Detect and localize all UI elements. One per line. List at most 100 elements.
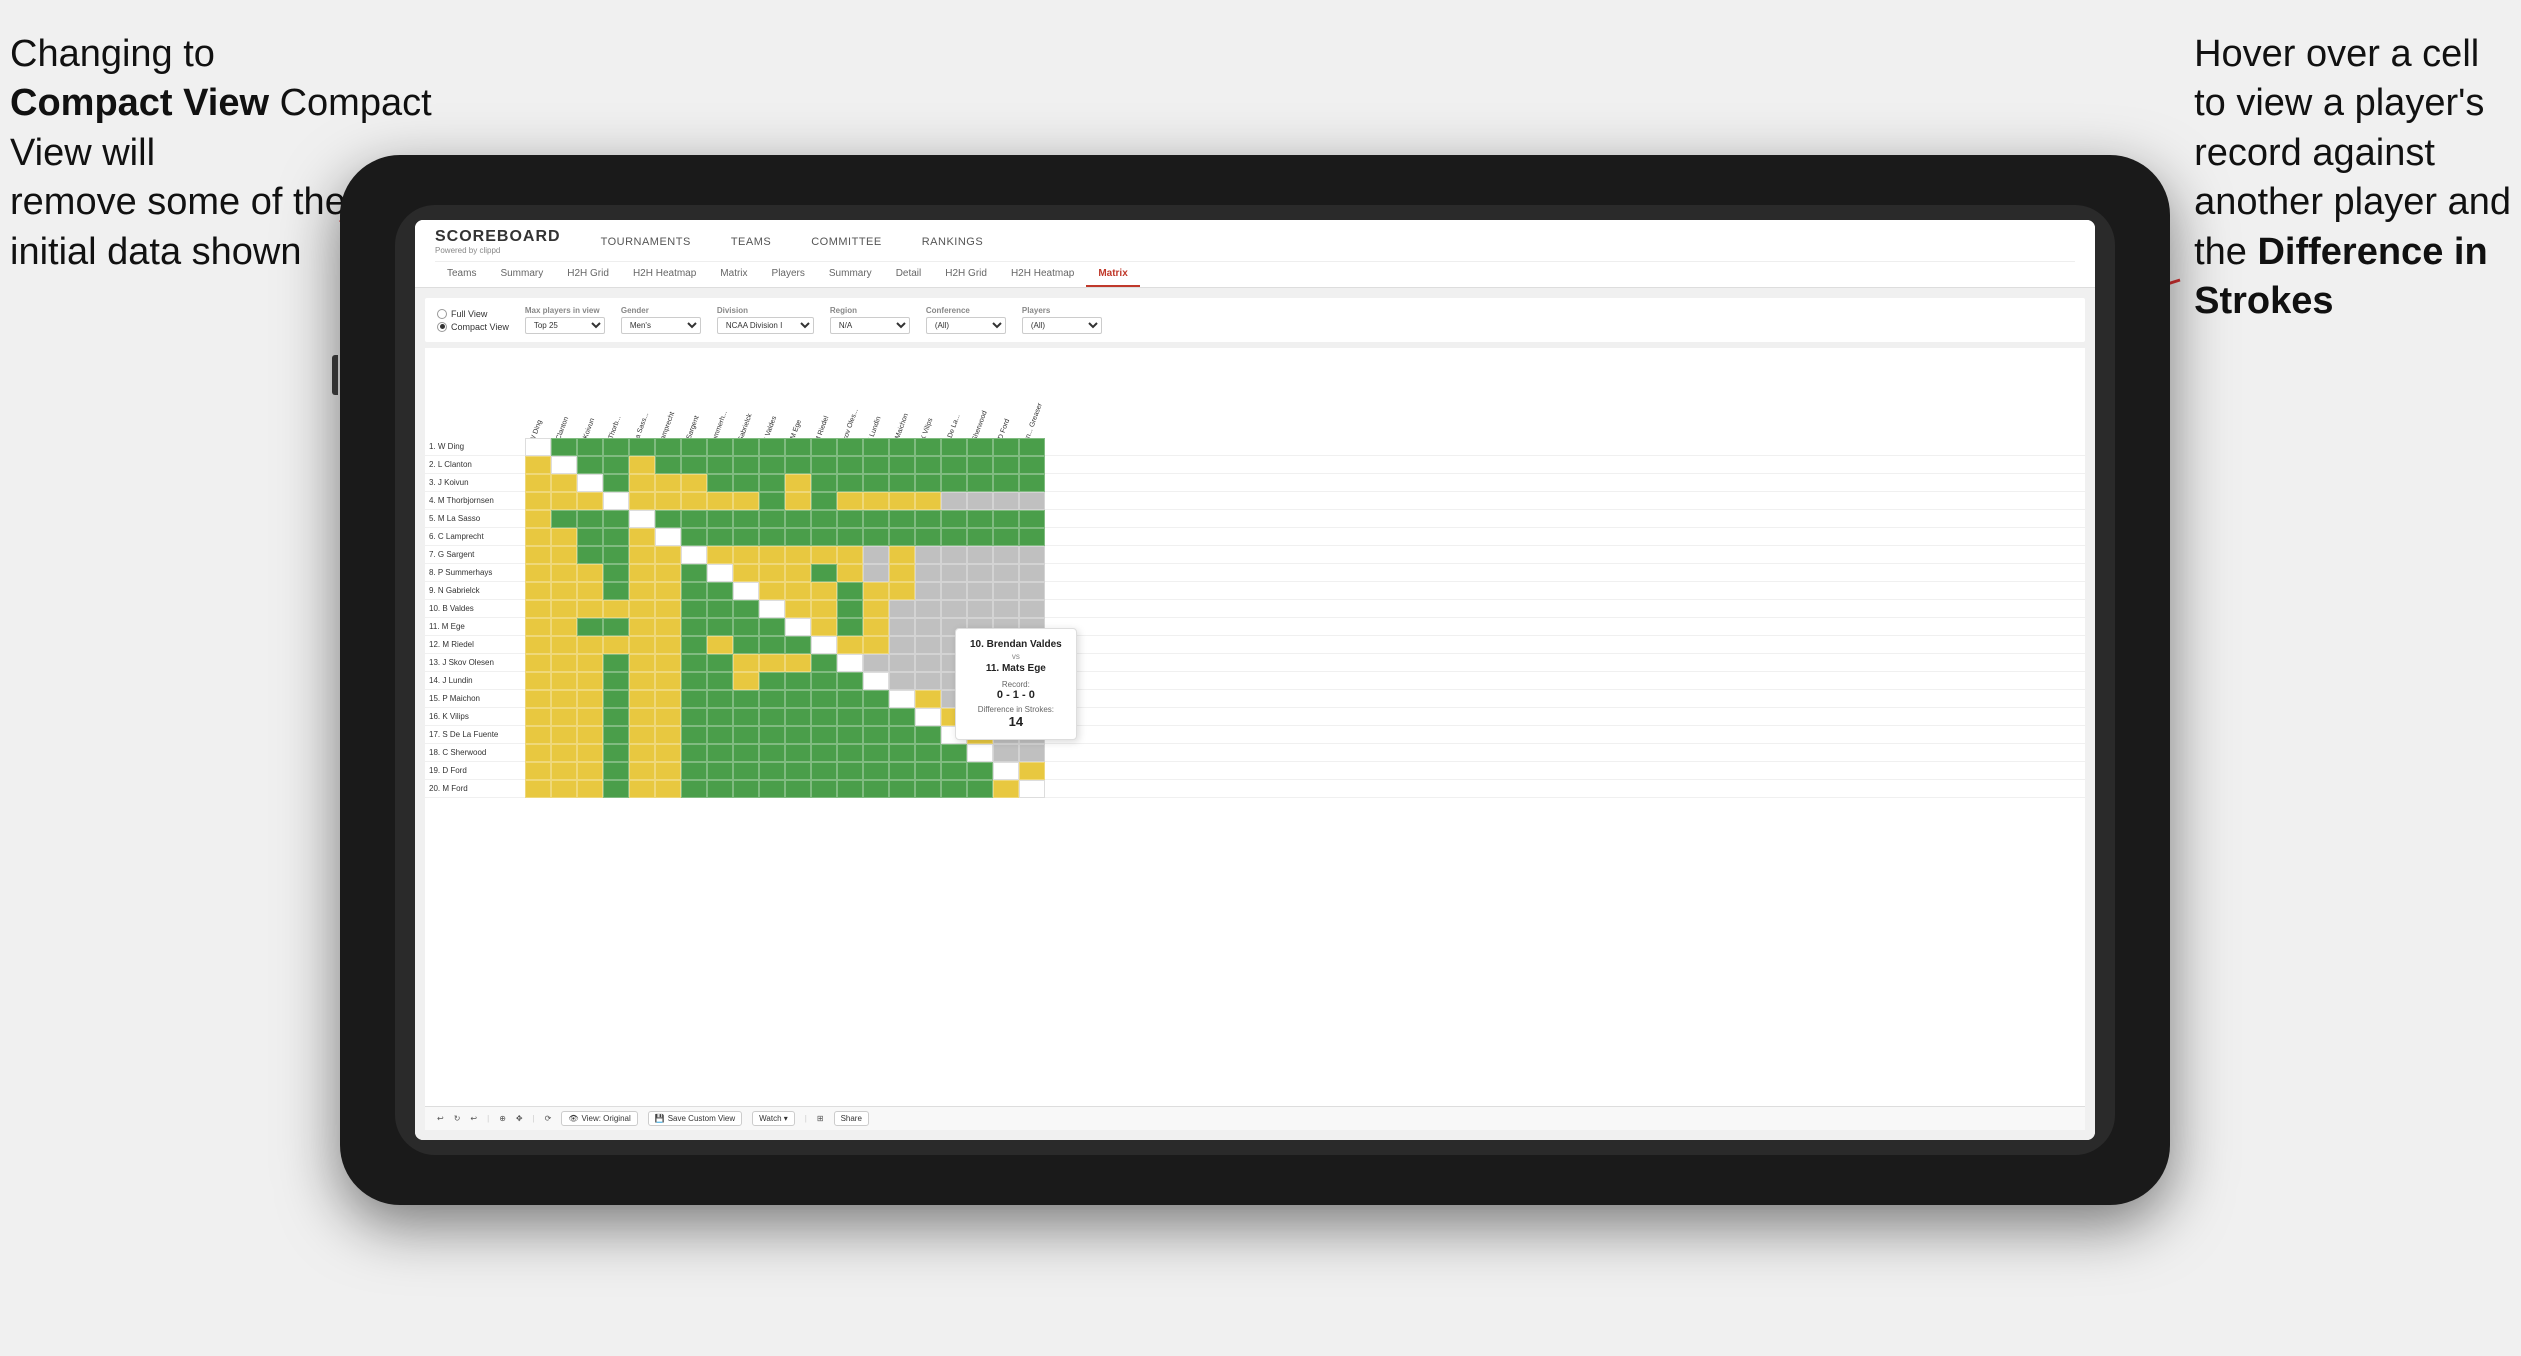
cell-17-4[interactable] — [603, 726, 629, 744]
cell-20-14[interactable] — [863, 780, 889, 798]
cell-15-16[interactable] — [915, 690, 941, 708]
cell-9-15[interactable] — [889, 582, 915, 600]
cell-4-6[interactable] — [655, 492, 681, 510]
cell-6-4[interactable] — [603, 528, 629, 546]
cell-10-4[interactable] — [603, 600, 629, 618]
cell-8-1[interactable] — [525, 564, 551, 582]
compact-view-option[interactable]: Compact View — [437, 322, 509, 332]
cell-11-11[interactable] — [785, 618, 811, 636]
cell-3-14[interactable] — [863, 474, 889, 492]
cell-1-9[interactable] — [733, 438, 759, 456]
cell-14-16[interactable] — [915, 672, 941, 690]
cell-3-20[interactable] — [1019, 474, 1045, 492]
cell-14-1[interactable] — [525, 672, 551, 690]
cell-5-12[interactable] — [811, 510, 837, 528]
cell-7-2[interactable] — [551, 546, 577, 564]
cell-4-16[interactable] — [915, 492, 941, 510]
cell-6-16[interactable] — [915, 528, 941, 546]
cell-18-18[interactable] — [967, 744, 993, 762]
cell-2-13[interactable] — [837, 456, 863, 474]
cell-19-11[interactable] — [785, 762, 811, 780]
cell-19-6[interactable] — [655, 762, 681, 780]
cell-7-12[interactable] — [811, 546, 837, 564]
cell-14-12[interactable] — [811, 672, 837, 690]
gender-select[interactable]: Men's — [621, 317, 701, 334]
cell-2-11[interactable] — [785, 456, 811, 474]
cell-11-3[interactable] — [577, 618, 603, 636]
cell-1-16[interactable] — [915, 438, 941, 456]
cell-19-18[interactable] — [967, 762, 993, 780]
cell-19-9[interactable] — [733, 762, 759, 780]
cell-9-12[interactable] — [811, 582, 837, 600]
cell-20-12[interactable] — [811, 780, 837, 798]
cell-15-9[interactable] — [733, 690, 759, 708]
cell-7-20[interactable] — [1019, 546, 1045, 564]
cell-20-19[interactable] — [993, 780, 1019, 798]
cell-14-5[interactable] — [629, 672, 655, 690]
cell-8-19[interactable] — [993, 564, 1019, 582]
cell-3-17[interactable] — [941, 474, 967, 492]
cell-11-15[interactable] — [889, 618, 915, 636]
cell-11-4[interactable] — [603, 618, 629, 636]
cell-9-17[interactable] — [941, 582, 967, 600]
players-select[interactable]: (All) — [1022, 317, 1102, 334]
cell-18-15[interactable] — [889, 744, 915, 762]
cell-5-18[interactable] — [967, 510, 993, 528]
cell-18-20[interactable] — [1019, 744, 1045, 762]
cell-18-7[interactable] — [681, 744, 707, 762]
cell-19-7[interactable] — [681, 762, 707, 780]
cell-19-10[interactable] — [759, 762, 785, 780]
cell-10-2[interactable] — [551, 600, 577, 618]
region-select[interactable]: N/A — [830, 317, 910, 334]
cell-18-1[interactable] — [525, 744, 551, 762]
cell-14-9[interactable] — [733, 672, 759, 690]
cell-19-1[interactable] — [525, 762, 551, 780]
cell-9-7[interactable] — [681, 582, 707, 600]
cell-16-15[interactable] — [889, 708, 915, 726]
cell-13-10[interactable] — [759, 654, 785, 672]
cell-4-4[interactable] — [603, 492, 629, 510]
cell-2-17[interactable] — [941, 456, 967, 474]
tab-summary-1[interactable]: Summary — [488, 262, 555, 287]
cell-12-16[interactable] — [915, 636, 941, 654]
cell-15-1[interactable] — [525, 690, 551, 708]
cell-9-2[interactable] — [551, 582, 577, 600]
cell-6-1[interactable] — [525, 528, 551, 546]
cell-1-5[interactable] — [629, 438, 655, 456]
toolbar-pan-icon[interactable]: ✥ — [516, 1114, 523, 1123]
cell-15-5[interactable] — [629, 690, 655, 708]
cell-15-6[interactable] — [655, 690, 681, 708]
tab-h2h-heatmap-1[interactable]: H2H Heatmap — [621, 262, 708, 287]
cell-18-17[interactable] — [941, 744, 967, 762]
cell-8-3[interactable] — [577, 564, 603, 582]
cell-3-2[interactable] — [551, 474, 577, 492]
cell-13-2[interactable] — [551, 654, 577, 672]
cell-20-3[interactable] — [577, 780, 603, 798]
cell-3-7[interactable] — [681, 474, 707, 492]
cell-4-7[interactable] — [681, 492, 707, 510]
cell-20-5[interactable] — [629, 780, 655, 798]
cell-4-20[interactable] — [1019, 492, 1045, 510]
cell-15-2[interactable] — [551, 690, 577, 708]
toolbar-undo-icon[interactable]: ↩ — [437, 1114, 444, 1123]
cell-13-3[interactable] — [577, 654, 603, 672]
cell-18-9[interactable] — [733, 744, 759, 762]
cell-16-11[interactable] — [785, 708, 811, 726]
cell-3-9[interactable] — [733, 474, 759, 492]
cell-17-3[interactable] — [577, 726, 603, 744]
cell-2-5[interactable] — [629, 456, 655, 474]
cell-1-17[interactable] — [941, 438, 967, 456]
cell-20-7[interactable] — [681, 780, 707, 798]
nav-committee[interactable]: COMMITTEE — [811, 232, 882, 252]
cell-17-1[interactable] — [525, 726, 551, 744]
cell-20-15[interactable] — [889, 780, 915, 798]
cell-9-18[interactable] — [967, 582, 993, 600]
cell-11-2[interactable] — [551, 618, 577, 636]
cell-5-13[interactable] — [837, 510, 863, 528]
cell-15-12[interactable] — [811, 690, 837, 708]
cell-7-6[interactable] — [655, 546, 681, 564]
cell-5-11[interactable] — [785, 510, 811, 528]
cell-18-12[interactable] — [811, 744, 837, 762]
cell-16-12[interactable] — [811, 708, 837, 726]
cell-16-13[interactable] — [837, 708, 863, 726]
